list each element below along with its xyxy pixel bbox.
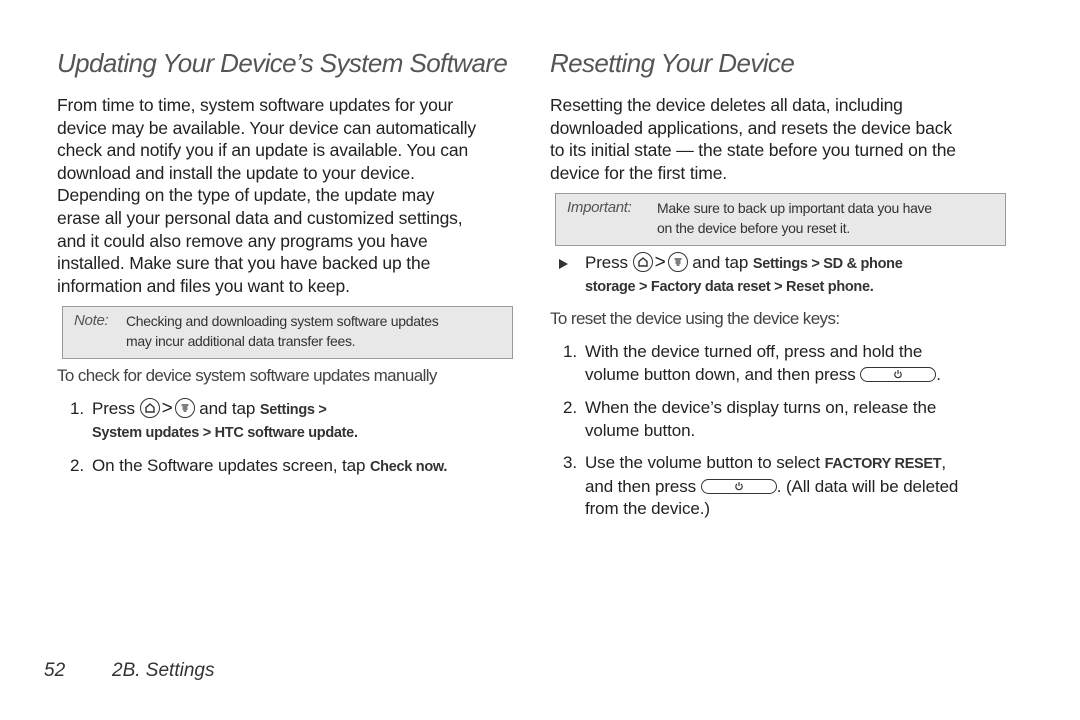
step-text: When the device’s display turns on, rele… [585, 398, 937, 417]
page-number: 52 [44, 660, 66, 681]
body-line: erase all your personal data and customi… [57, 207, 463, 228]
power-button-icon [700, 478, 777, 494]
step-text: . (All data will be deleted [776, 476, 959, 496]
step-text: and then press [585, 476, 697, 496]
check-now-label: Check now. [370, 459, 448, 475]
step-content: Press > and tap Settings > System update… [92, 398, 358, 444]
step-text: . [936, 364, 941, 384]
step-text: volume button. [585, 420, 696, 440]
section-name: 2B. Settings [112, 660, 215, 681]
procedure-title-check-updates: To check for device system software upda… [57, 366, 437, 385]
note-label: Note: [74, 312, 109, 329]
factory-reset-label: FACTORY RESET [824, 456, 942, 472]
menu-key-icon [667, 252, 688, 272]
note-box: Note: Checking and downloading system so… [62, 306, 513, 359]
menu-path: System updates > HTC software update. [92, 424, 358, 441]
path-separator: > [654, 252, 666, 273]
step-content: With the device turned off, press and ho… [585, 341, 941, 386]
check-update-step-1: 1. Press > and tap Settings > System upd… [70, 398, 510, 444]
check-update-step-2: 2. On the Software updates screen, tap C… [70, 455, 510, 478]
step-text: Press [92, 399, 135, 418]
step-number: 1. [563, 342, 577, 361]
body-line: device may be available. Your device can… [57, 117, 476, 138]
body-line: device for the first time. [550, 162, 727, 183]
home-key-icon [632, 252, 653, 272]
reset-step-1: 1. With the device turned off, press and… [563, 341, 1013, 387]
menu-key-icon [174, 398, 195, 418]
step-text: , [941, 453, 946, 472]
body-line: information and files you want to keep. [57, 275, 350, 296]
step-text: and tap [199, 399, 256, 418]
step-text: from the device.) [585, 499, 710, 519]
section-heading-updating: Updating Your Device’s System Software [57, 48, 508, 78]
note-text-line: Checking and downloading system software… [126, 313, 439, 329]
body-line: Depending on the type of update, the upd… [57, 185, 435, 206]
step-number: 2. [563, 398, 577, 417]
reset-step-3: 3. Use the volume button to select FACTO… [563, 452, 1013, 521]
updating-body-paragraph: From time to time, system software updat… [57, 94, 476, 297]
step-text: and tap [692, 253, 749, 272]
step-text: Press [585, 253, 628, 272]
important-box: Important: Make sure to back up importan… [555, 193, 1006, 246]
step-text: On the Software updates screen, tap [92, 456, 366, 475]
resetting-body-paragraph: Resetting the device deletes all data, i… [550, 94, 956, 184]
reset-step-2: 2. When the device’s display turns on, r… [563, 397, 1013, 443]
important-label: Important: [567, 199, 632, 216]
body-line: to its initial state — the state before … [550, 140, 956, 161]
body-line: Resetting the device deletes all data, i… [550, 95, 903, 115]
step-number: 3. [563, 453, 577, 472]
section-heading-resetting: Resetting Your Device [550, 48, 795, 78]
step-text: With the device turned off, press and ho… [585, 342, 923, 361]
important-text-line: Make sure to back up important data you … [657, 200, 932, 216]
body-line: and it could also remove any programs yo… [57, 230, 428, 251]
body-line: installed. Make sure that you have backe… [57, 253, 431, 274]
procedure-title-reset-keys: To reset the device using the device key… [550, 309, 840, 328]
menu-path: Settings > SD & phone [752, 256, 903, 272]
step-content: Press > and tap Settings > SD & phone st… [585, 252, 903, 298]
body-line: check and notify you if an update is ava… [57, 140, 469, 161]
body-line: downloaded applications, and resets the … [550, 117, 952, 138]
step-text: volume button down, and then press [585, 364, 856, 384]
step-number: 2. [70, 456, 84, 475]
note-text-line: may incur additional data transfer fees. [126, 333, 356, 349]
body-line: download and install the update to your … [57, 162, 415, 183]
important-text-line: on the device before you reset it. [657, 220, 850, 236]
reset-menu-instruction: Press > and tap Settings > SD & phone st… [585, 252, 1005, 298]
menu-path: storage > Factory data reset > Reset pho… [585, 278, 874, 295]
menu-path: Settings > [259, 402, 327, 418]
step-number: 1. [70, 399, 84, 418]
path-separator: > [161, 398, 173, 419]
body-line: From time to time, system software updat… [57, 95, 453, 115]
step-text: Use the volume button to select [585, 453, 821, 472]
bullet-triangle-icon [559, 259, 568, 269]
home-key-icon [139, 398, 160, 418]
step-content: Use the volume button to select FACTORY … [585, 452, 958, 521]
step-content: When the device’s display turns on, rele… [585, 397, 936, 442]
power-button-icon [860, 366, 937, 382]
step-content: On the Software updates screen, tap Chec… [92, 455, 447, 479]
